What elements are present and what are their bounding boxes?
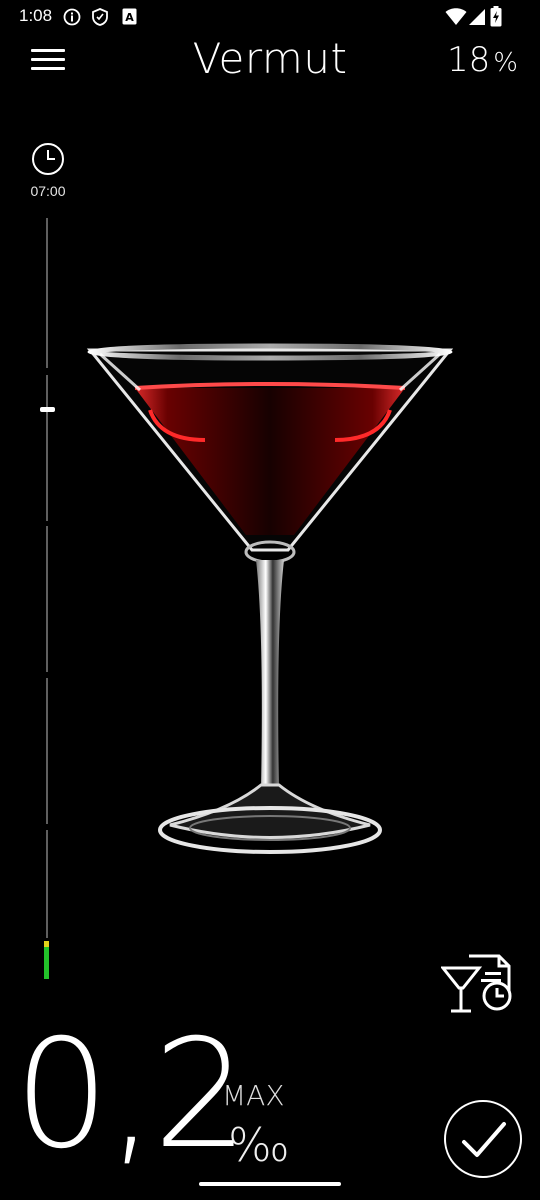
confirm-button[interactable]	[444, 1100, 522, 1178]
time-slider-track[interactable]	[45, 218, 49, 980]
status-time: 1:08	[19, 6, 53, 25]
track-segment	[46, 375, 48, 521]
max-label: MAX	[222, 1079, 285, 1112]
a-badge-icon: A	[122, 8, 137, 25]
track-segment	[46, 218, 48, 368]
time-slider-thumb[interactable]	[40, 407, 55, 412]
checkmark-icon	[462, 1122, 506, 1157]
signal-icon	[468, 8, 486, 26]
status-bar: 1:08 A	[0, 0, 540, 34]
alcohol-level-bar	[44, 941, 49, 979]
time-label: 07:00	[30, 183, 66, 199]
drink-history-button[interactable]	[439, 948, 519, 1018]
wifi-icon	[445, 8, 467, 26]
drink-history-icon	[439, 954, 512, 1013]
shield-icon	[92, 8, 108, 26]
percent-sign: %	[493, 48, 518, 78]
permille-unit: ‰	[228, 1118, 290, 1172]
percent-value: 18	[447, 40, 491, 80]
blood-alcohol-value: 0,2	[14, 1008, 249, 1182]
svg-text:A: A	[125, 11, 134, 24]
battery-charging-icon	[490, 6, 502, 27]
track-segment	[46, 678, 48, 824]
clock-icon[interactable]	[31, 142, 65, 176]
alcohol-percentage[interactable]: 18%	[447, 40, 518, 80]
martini-glass-image	[80, 330, 460, 875]
info-icon	[63, 8, 81, 26]
track-segment	[46, 526, 48, 672]
home-indicator[interactable]	[199, 1182, 341, 1186]
track-segment	[46, 830, 48, 938]
